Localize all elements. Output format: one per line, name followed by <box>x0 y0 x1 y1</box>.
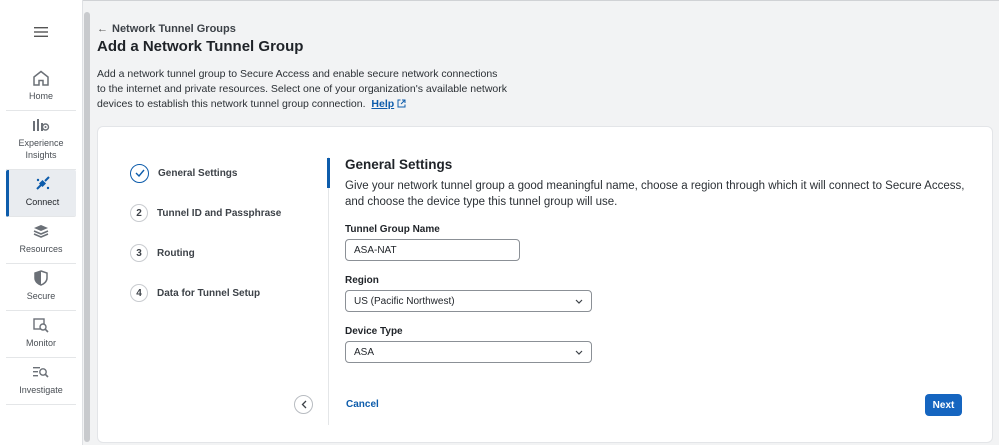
collapse-steps-button[interactable] <box>294 395 313 414</box>
sidebar-item-connect[interactable]: Connect <box>6 170 76 217</box>
sidebar-item-investigate[interactable]: Investigate <box>6 358 76 405</box>
intro-text: Add a network tunnel group to Secure Acc… <box>97 68 507 110</box>
form-description: Give your network tunnel group a good me… <box>345 180 965 208</box>
step-data-for-tunnel-setup[interactable]: 4 Data for Tunnel Setup <box>130 283 281 303</box>
monitor-icon <box>33 318 49 333</box>
tunnel-group-name-label: Tunnel Group Name <box>345 224 440 235</box>
wizard-card: General Settings 2 Tunnel ID and Passphr… <box>97 126 993 443</box>
cancel-button[interactable]: Cancel <box>346 399 379 410</box>
active-step-indicator <box>327 158 330 188</box>
step-label: Routing <box>157 247 195 259</box>
arrow-left-icon: ← <box>97 23 108 35</box>
sidebar-item-label: Investigate <box>19 385 63 395</box>
step-label: Tunnel ID and Passphrase <box>157 207 282 219</box>
step-complete-check <box>130 163 149 183</box>
step-routing[interactable]: 3 Routing <box>130 243 281 263</box>
step-tunnel-id-passphrase[interactable]: 2 Tunnel ID and Passphrase <box>130 203 281 223</box>
resources-icon <box>33 225 49 238</box>
step-number: 4 <box>130 284 148 302</box>
sidebar-item-label: Experience Insights <box>18 138 64 160</box>
help-link[interactable]: Help <box>371 98 394 110</box>
chevron-down-icon <box>575 299 583 304</box>
device-type-label: Device Type <box>345 326 403 337</box>
step-label: Data for Tunnel Setup <box>157 287 261 299</box>
insights-icon <box>33 119 50 131</box>
region-label: Region <box>345 275 379 286</box>
sidebar-item-experience-insights[interactable]: Experience Insights <box>6 111 76 170</box>
hamburger-icon <box>34 27 48 37</box>
sidebar-item-label: Resources <box>19 244 63 254</box>
next-button[interactable]: Next <box>925 394 962 416</box>
home-icon <box>33 70 49 86</box>
tunnel-group-name-input[interactable] <box>345 239 520 261</box>
sidebar-item-resources[interactable]: Resources <box>6 217 76 264</box>
steps-divider <box>328 157 329 425</box>
investigate-icon <box>33 367 49 378</box>
connect-icon <box>35 176 50 190</box>
external-link-icon <box>397 99 406 108</box>
sidebar-item-monitor[interactable]: Monitor <box>6 311 76 358</box>
device-type-selected-value: ASA <box>354 346 375 358</box>
wizard-steps: General Settings 2 Tunnel ID and Passphr… <box>130 163 281 323</box>
form-title: General Settings <box>345 157 453 172</box>
back-to-network-tunnel-groups-link[interactable]: ← Network Tunnel Groups <box>97 23 236 35</box>
general-settings-form: General Settings Give your network tunne… <box>345 157 975 363</box>
chevron-down-icon <box>575 350 583 355</box>
page-intro: Add a network tunnel group to Secure Acc… <box>97 67 507 112</box>
step-number: 3 <box>130 244 148 262</box>
sidebar-item-label: Home <box>28 91 53 101</box>
check-icon <box>135 169 145 177</box>
sidebar-item-label: Connect <box>25 197 60 207</box>
step-label: General Settings <box>158 167 238 179</box>
sidebar-item-home[interactable]: Home <box>6 64 76 111</box>
region-selected-value: US (Pacific Northwest) <box>354 295 455 307</box>
back-link-label: Network Tunnel Groups <box>112 23 236 35</box>
region-select[interactable]: US (Pacific Northwest) <box>345 290 592 312</box>
chevron-left-icon <box>301 400 306 409</box>
menu-button[interactable] <box>0 0 83 64</box>
shield-icon <box>34 270 48 286</box>
step-number: 2 <box>130 204 148 222</box>
sidebar-item-label: Monitor <box>25 338 56 348</box>
sidebar: Home Experience Insights Connect Resourc… <box>0 0 83 445</box>
sidebar-scrollbar[interactable] <box>84 12 90 442</box>
device-type-select[interactable]: ASA <box>345 341 592 363</box>
main-content: ← Network Tunnel Groups Add a Network Tu… <box>96 0 999 445</box>
sidebar-item-secure[interactable]: Secure <box>6 264 76 311</box>
step-general-settings[interactable]: General Settings <box>130 163 281 183</box>
sidebar-item-label: Secure <box>26 291 56 301</box>
page-title: Add a Network Tunnel Group <box>97 38 304 55</box>
